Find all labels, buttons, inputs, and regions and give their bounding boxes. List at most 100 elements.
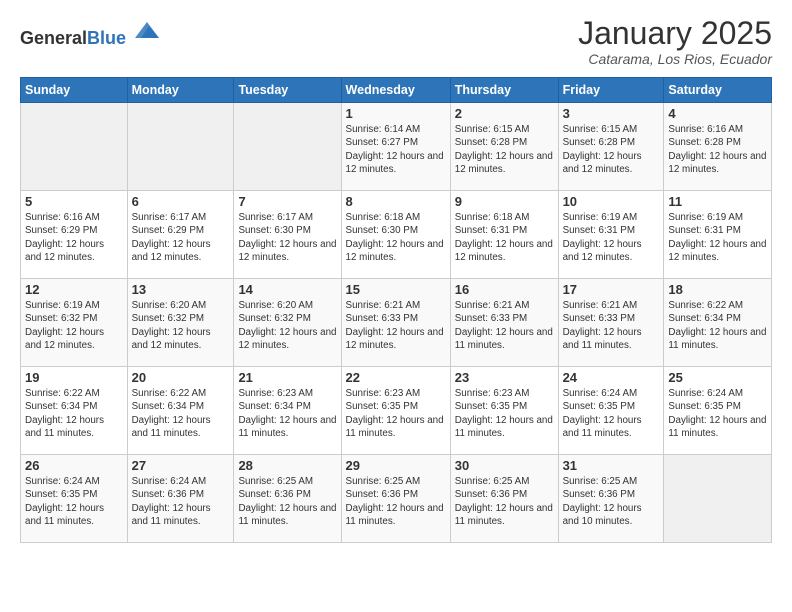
day-number: 6 bbox=[132, 194, 230, 209]
day-number: 17 bbox=[563, 282, 660, 297]
logo-blue-text: Blue bbox=[87, 28, 126, 48]
subtitle: Catarama, Los Rios, Ecuador bbox=[578, 51, 772, 67]
day-info: Sunrise: 6:16 AM Sunset: 6:28 PM Dayligh… bbox=[668, 123, 767, 176]
day-number: 26 bbox=[25, 458, 123, 473]
day-number: 18 bbox=[668, 282, 767, 297]
day-info: Sunrise: 6:24 AM Sunset: 6:35 PM Dayligh… bbox=[25, 475, 123, 528]
day-info: Sunrise: 6:19 AM Sunset: 6:32 PM Dayligh… bbox=[25, 299, 123, 352]
calendar-cell: 3Sunrise: 6:15 AM Sunset: 6:28 PM Daylig… bbox=[558, 103, 664, 191]
calendar-cell: 31Sunrise: 6:25 AM Sunset: 6:36 PM Dayli… bbox=[558, 455, 664, 543]
calendar-cell: 27 Sunrise: 6:24 AM Sunset: 6:36 PM Dayli… bbox=[127, 455, 234, 543]
header: GeneralBlue January 2025 Catarama, Los R… bbox=[20, 16, 772, 67]
calendar-cell: 25 Sunrise: 6:24 AM Sunset: 6:35 PM Dayli… bbox=[664, 367, 772, 455]
calendar-cell: 8 Sunrise: 6:18 AM Sunset: 6:30 PM Daylig… bbox=[341, 191, 450, 279]
logo: GeneralBlue bbox=[20, 16, 161, 49]
calendar-cell: 21 Sunrise: 6:23 AM Sunset: 6:34 PM Dayli… bbox=[234, 367, 341, 455]
calendar-cell: 12 Sunrise: 6:19 AM Sunset: 6:32 PM Dayli… bbox=[21, 279, 128, 367]
day-info: Sunrise: 6:18 AM Sunset: 6:30 PM Dayligh… bbox=[346, 211, 446, 264]
day-info: Sunrise: 6:22 AM Sunset: 6:34 PM Dayligh… bbox=[132, 387, 230, 440]
calendar-cell: 10Sunrise: 6:19 AM Sunset: 6:31 PM Dayli… bbox=[558, 191, 664, 279]
day-number: 13 bbox=[132, 282, 230, 297]
col-header-wednesday: Wednesday bbox=[341, 78, 450, 103]
calendar-cell: 29 Sunrise: 6:25 AM Sunset: 6:36 PM Dayli… bbox=[341, 455, 450, 543]
day-number: 30 bbox=[455, 458, 554, 473]
day-info: Sunrise: 6:23 AM Sunset: 6:35 PM Dayligh… bbox=[455, 387, 554, 440]
calendar-cell: 18 Sunrise: 6:22 AM Sunset: 6:34 PM Dayli… bbox=[664, 279, 772, 367]
day-number: 11 bbox=[668, 194, 767, 209]
day-number: 10 bbox=[563, 194, 660, 209]
day-info: Sunrise: 6:22 AM Sunset: 6:34 PM Dayligh… bbox=[668, 299, 767, 352]
day-info: Sunrise: 6:21 AM Sunset: 6:33 PM Dayligh… bbox=[563, 299, 660, 352]
day-info: Sunrise: 6:25 AM Sunset: 6:36 PM Dayligh… bbox=[346, 475, 446, 528]
calendar-cell: 6 Sunrise: 6:17 AM Sunset: 6:29 PM Daylig… bbox=[127, 191, 234, 279]
col-header-monday: Monday bbox=[127, 78, 234, 103]
day-number: 25 bbox=[668, 370, 767, 385]
day-info: Sunrise: 6:24 AM Sunset: 6:35 PM Dayligh… bbox=[668, 387, 767, 440]
day-number: 24 bbox=[563, 370, 660, 385]
calendar-cell: 26 Sunrise: 6:24 AM Sunset: 6:35 PM Dayli… bbox=[21, 455, 128, 543]
calendar-cell: 4 Sunrise: 6:16 AM Sunset: 6:28 PM Daylig… bbox=[664, 103, 772, 191]
day-number: 22 bbox=[346, 370, 446, 385]
day-info: Sunrise: 6:15 AM Sunset: 6:28 PM Dayligh… bbox=[455, 123, 554, 176]
day-number: 5 bbox=[25, 194, 123, 209]
col-header-tuesday: Tuesday bbox=[234, 78, 341, 103]
calendar-cell: 20Sunrise: 6:22 AM Sunset: 6:34 PM Dayli… bbox=[127, 367, 234, 455]
day-info: Sunrise: 6:20 AM Sunset: 6:32 PM Dayligh… bbox=[132, 299, 230, 352]
calendar: SundayMondayTuesdayWednesdayThursdayFrid… bbox=[20, 77, 772, 543]
calendar-cell: 11 Sunrise: 6:19 AM Sunset: 6:31 PM Dayli… bbox=[664, 191, 772, 279]
day-info: Sunrise: 6:20 AM Sunset: 6:32 PM Dayligh… bbox=[238, 299, 336, 352]
calendar-cell: 24 Sunrise: 6:24 AM Sunset: 6:35 PM Dayli… bbox=[558, 367, 664, 455]
calendar-cell bbox=[127, 103, 234, 191]
day-number: 27 bbox=[132, 458, 230, 473]
calendar-cell: 13 Sunrise: 6:20 AM Sunset: 6:32 PM Dayli… bbox=[127, 279, 234, 367]
calendar-cell: 9 Sunrise: 6:18 AM Sunset: 6:31 PM Daylig… bbox=[450, 191, 558, 279]
day-number: 7 bbox=[238, 194, 336, 209]
calendar-cell bbox=[234, 103, 341, 191]
calendar-cell: 19 Sunrise: 6:22 AM Sunset: 6:34 PM Dayli… bbox=[21, 367, 128, 455]
day-info: Sunrise: 6:18 AM Sunset: 6:31 PM Dayligh… bbox=[455, 211, 554, 264]
calendar-cell: 28 Sunrise: 6:25 AM Sunset: 6:36 PM Dayli… bbox=[234, 455, 341, 543]
calendar-cell bbox=[21, 103, 128, 191]
day-number: 2 bbox=[455, 106, 554, 121]
calendar-cell bbox=[664, 455, 772, 543]
day-info: Sunrise: 6:17 AM Sunset: 6:30 PM Dayligh… bbox=[238, 211, 336, 264]
calendar-cell: 30Sunrise: 6:25 AM Sunset: 6:36 PM Dayli… bbox=[450, 455, 558, 543]
day-number: 1 bbox=[346, 106, 446, 121]
day-number: 12 bbox=[25, 282, 123, 297]
calendar-cell: 22 Sunrise: 6:23 AM Sunset: 6:35 PM Dayli… bbox=[341, 367, 450, 455]
day-info: Sunrise: 6:17 AM Sunset: 6:29 PM Dayligh… bbox=[132, 211, 230, 264]
day-number: 8 bbox=[346, 194, 446, 209]
day-number: 21 bbox=[238, 370, 336, 385]
calendar-cell: 2 Sunrise: 6:15 AM Sunset: 6:28 PM Daylig… bbox=[450, 103, 558, 191]
calendar-cell: 23 Sunrise: 6:23 AM Sunset: 6:35 PM Dayli… bbox=[450, 367, 558, 455]
calendar-cell: 15Sunrise: 6:21 AM Sunset: 6:33 PM Dayli… bbox=[341, 279, 450, 367]
day-info: Sunrise: 6:16 AM Sunset: 6:29 PM Dayligh… bbox=[25, 211, 123, 264]
calendar-cell: 14 Sunrise: 6:20 AM Sunset: 6:32 PM Dayli… bbox=[234, 279, 341, 367]
day-info: Sunrise: 6:14 AM Sunset: 6:27 PM Dayligh… bbox=[346, 123, 446, 176]
day-number: 9 bbox=[455, 194, 554, 209]
day-number: 14 bbox=[238, 282, 336, 297]
day-info: Sunrise: 6:23 AM Sunset: 6:35 PM Dayligh… bbox=[346, 387, 446, 440]
day-number: 23 bbox=[455, 370, 554, 385]
col-header-sunday: Sunday bbox=[21, 78, 128, 103]
day-info: Sunrise: 6:24 AM Sunset: 6:35 PM Dayligh… bbox=[563, 387, 660, 440]
day-info: Sunrise: 6:25 AM Sunset: 6:36 PM Dayligh… bbox=[563, 475, 660, 528]
calendar-cell: 16Sunrise: 6:21 AM Sunset: 6:33 PM Dayli… bbox=[450, 279, 558, 367]
day-number: 29 bbox=[346, 458, 446, 473]
day-number: 28 bbox=[238, 458, 336, 473]
day-info: Sunrise: 6:22 AM Sunset: 6:34 PM Dayligh… bbox=[25, 387, 123, 440]
day-number: 4 bbox=[668, 106, 767, 121]
day-number: 15 bbox=[346, 282, 446, 297]
title-block: January 2025 Catarama, Los Rios, Ecuador bbox=[578, 16, 772, 67]
col-header-friday: Friday bbox=[558, 78, 664, 103]
logo-general-text: General bbox=[20, 28, 87, 48]
calendar-cell: 1 Sunrise: 6:14 AM Sunset: 6:27 PM Daylig… bbox=[341, 103, 450, 191]
day-info: Sunrise: 6:25 AM Sunset: 6:36 PM Dayligh… bbox=[238, 475, 336, 528]
col-header-thursday: Thursday bbox=[450, 78, 558, 103]
day-number: 19 bbox=[25, 370, 123, 385]
day-info: Sunrise: 6:24 AM Sunset: 6:36 PM Dayligh… bbox=[132, 475, 230, 528]
day-info: Sunrise: 6:19 AM Sunset: 6:31 PM Dayligh… bbox=[668, 211, 767, 264]
day-info: Sunrise: 6:21 AM Sunset: 6:33 PM Dayligh… bbox=[455, 299, 554, 352]
day-info: Sunrise: 6:23 AM Sunset: 6:34 PM Dayligh… bbox=[238, 387, 336, 440]
month-title: January 2025 bbox=[578, 16, 772, 51]
